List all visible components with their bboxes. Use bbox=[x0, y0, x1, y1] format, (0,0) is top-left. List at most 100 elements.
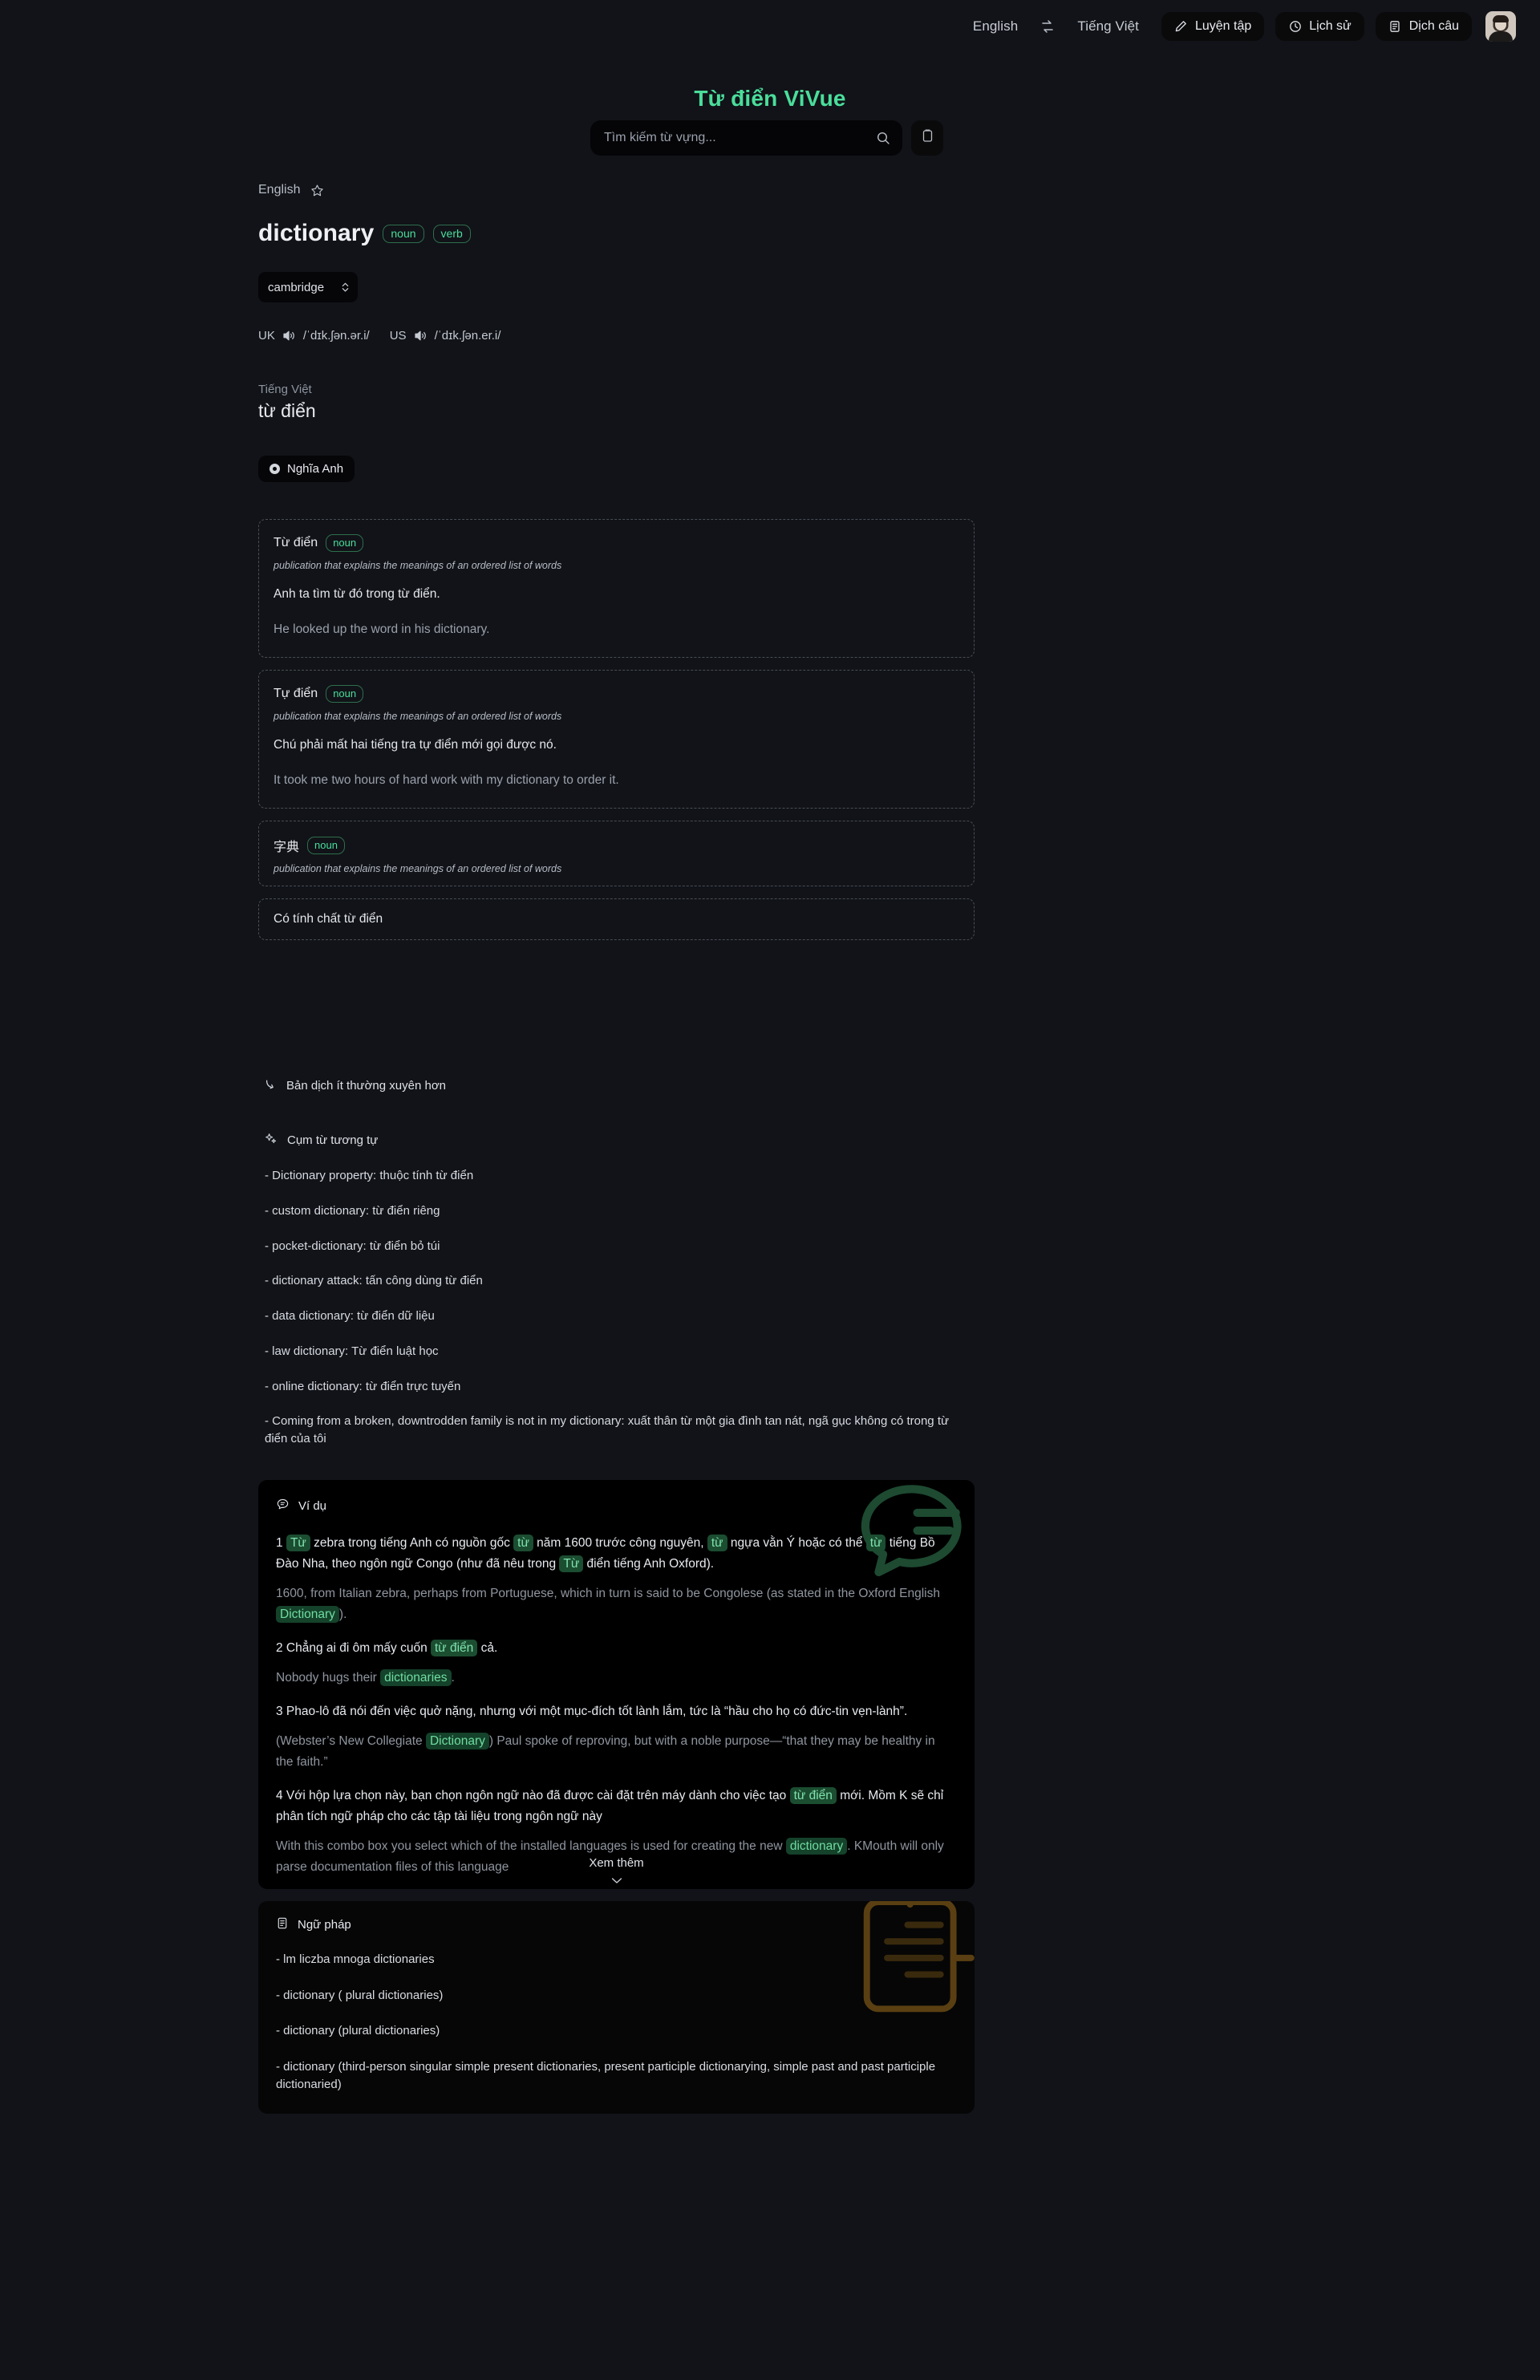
see-more-button[interactable]: Xem thêm bbox=[258, 1856, 975, 1883]
grammar-item: - lm liczba mnoga dictionaries bbox=[276, 1952, 435, 1966]
search-icon[interactable] bbox=[876, 131, 890, 145]
grammar-title: Ngữ pháp bbox=[298, 1918, 351, 1932]
definition-header: Từ điển noun bbox=[274, 534, 959, 552]
document-icon bbox=[1388, 20, 1402, 34]
pos-tag-noun[interactable]: noun bbox=[383, 224, 424, 243]
sparkle-icon bbox=[265, 1133, 277, 1148]
phrase-item: - Coming from a broken, downtrodden fami… bbox=[265, 1414, 950, 1445]
dictionary-source-select[interactable]: cambridge bbox=[258, 272, 358, 302]
search-input[interactable] bbox=[604, 131, 867, 145]
highlighted-term: từ bbox=[707, 1535, 727, 1551]
headword-row: dictionary noun verb bbox=[258, 220, 471, 247]
target-language-heading: Tiếng Việt bbox=[258, 383, 312, 396]
grammar-inner: Ngữ pháp - lm liczba mnoga dictionaries … bbox=[258, 1901, 975, 2094]
see-more-label: Xem thêm bbox=[589, 1856, 644, 1870]
source-language-label[interactable]: English bbox=[962, 18, 1029, 34]
entry-source-language: English bbox=[258, 183, 301, 197]
clock-icon bbox=[1288, 20, 1302, 34]
highlighted-term: Dictionary bbox=[425, 1733, 489, 1750]
history-button[interactable]: Lịch sử bbox=[1275, 12, 1364, 41]
target-word: từ điển bbox=[258, 400, 316, 421]
examples-card: Ví dụ 1 Từ zebra trong tiếng Anh có nguồ… bbox=[258, 1480, 975, 1889]
definition-term: Từ điển bbox=[274, 536, 318, 549]
definition-card: Từ điển noun publication that explains t… bbox=[258, 519, 975, 659]
practice-button-label: Luyện tập bbox=[1194, 19, 1252, 33]
uk-ipa: /ˈdɪk.ʃən.ər.i/ bbox=[302, 329, 370, 343]
search-box[interactable] bbox=[590, 120, 902, 156]
examples-header: Ví dụ bbox=[276, 1498, 955, 1514]
definition-header: 字典 noun bbox=[274, 836, 959, 855]
uk-label: UK bbox=[258, 329, 275, 343]
pronunciation-row: UK /ˈdɪk.ʃən.ər.i/ US /ˈdɪk.ʃən.er.i/ bbox=[258, 329, 500, 343]
highlighted-term: từ điển bbox=[431, 1640, 478, 1657]
extra-definition-text: Có tính chất từ điển bbox=[274, 912, 383, 926]
headword: dictionary bbox=[258, 220, 375, 246]
example-vi: 3 Phao-lô đã nói đến việc quở nặng, nhưn… bbox=[276, 1705, 908, 1719]
definition-example-en: It took me two hours of hard work with m… bbox=[274, 773, 619, 788]
phrase-item: - dictionary attack: tấn công dùng từ đi… bbox=[265, 1274, 483, 1288]
grammar-header: Ngữ pháp bbox=[276, 1916, 955, 1933]
highlighted-term: Từ bbox=[559, 1555, 584, 1573]
grammar-item: - dictionary ( plural dictionaries) bbox=[276, 1988, 444, 2002]
less-frequent-translations-toggle[interactable]: Bản dịch ít thường xuyên hơn bbox=[265, 1078, 446, 1093]
phrase-item: - custom dictionary: từ điển riêng bbox=[265, 1203, 440, 1218]
highlighted-term: từ bbox=[865, 1535, 886, 1551]
definitions-list: Từ điển noun publication that explains t… bbox=[258, 519, 975, 952]
definition-example-vi: Anh ta tìm từ đó trong từ điển. bbox=[274, 587, 440, 601]
avatar-body bbox=[1489, 31, 1513, 42]
dictionary-source-select-wrap: cambridge bbox=[258, 272, 358, 302]
clipboard-icon bbox=[921, 128, 934, 148]
definition-pos-tag: noun bbox=[307, 837, 345, 855]
definition-term: 字典 bbox=[274, 841, 300, 855]
example-vi: 1 Từ zebra trong tiếng Anh có nguồn gốc … bbox=[276, 1535, 935, 1573]
phrase-item: - pocket-dictionary: từ điển bỏ túi bbox=[265, 1239, 440, 1253]
definition-pos-tag: noun bbox=[326, 685, 364, 703]
pos-tag-verb[interactable]: verb bbox=[432, 224, 471, 243]
app-root: English Tiếng Việt Luyện tập Lịch sử Dịc… bbox=[0, 0, 1540, 2380]
search-row bbox=[590, 120, 943, 156]
clipboard-paste-button[interactable] bbox=[911, 120, 943, 156]
source-language-row: English bbox=[258, 183, 324, 197]
example-item: 1 Từ zebra trong tiếng Anh có nguồn gốc … bbox=[276, 1533, 955, 1625]
pencil-icon bbox=[1174, 20, 1188, 34]
history-button-label: Lịch sử bbox=[1309, 19, 1352, 33]
example-item: 3 Phao-lô đã nói đến việc quở nặng, nhưn… bbox=[276, 1701, 955, 1773]
avatar[interactable] bbox=[1485, 11, 1516, 42]
us-ipa: /ˈdɪk.ʃən.er.i/ bbox=[434, 329, 501, 343]
definition-example-vi: Chú phải mất hai tiếng tra tự điển mới g… bbox=[274, 738, 557, 752]
definition-gloss: publication that explains the meanings o… bbox=[274, 560, 562, 571]
highlighted-term: Dictionary bbox=[276, 1606, 339, 1624]
quote-bubble-icon bbox=[276, 1498, 290, 1514]
highlighted-term: từ điển bbox=[789, 1787, 837, 1805]
examples-inner: Ví dụ 1 Từ zebra trong tiếng Anh có nguồ… bbox=[258, 1480, 975, 1878]
less-frequent-label: Bản dịch ít thường xuyên hơn bbox=[286, 1079, 446, 1093]
grammar-item: - dictionary (plural dictionaries) bbox=[276, 2024, 440, 2037]
definition-gloss: publication that explains the meanings o… bbox=[274, 711, 562, 723]
translate-sentence-button[interactable]: Dịch câu bbox=[1375, 12, 1472, 41]
highlighted-term: dictionaries bbox=[380, 1669, 452, 1687]
phrase-item: - Dictionary property: thuộc tính từ điể… bbox=[265, 1169, 474, 1182]
definition-gloss: publication that explains the meanings o… bbox=[274, 863, 562, 875]
translate-sentence-button-label: Dịch câu bbox=[1408, 19, 1459, 33]
target-language-label[interactable]: Tiếng Việt bbox=[1066, 18, 1150, 34]
definition-card: Tự điển noun publication that explains t… bbox=[258, 670, 975, 809]
swap-arrows-icon[interactable] bbox=[1034, 13, 1061, 40]
phrases-section-header: Cụm từ tương tự bbox=[265, 1133, 378, 1148]
grammar-item: - dictionary (third-person singular simp… bbox=[276, 2059, 936, 2092]
extra-definition-card: Có tính chất từ điển bbox=[258, 898, 975, 941]
english-meaning-button[interactable]: Nghĩa Anh bbox=[258, 456, 355, 482]
definition-card: 字典 noun publication that explains the me… bbox=[258, 821, 975, 887]
definition-example-en: He looked up the word in his dictionary. bbox=[274, 622, 490, 637]
practice-button[interactable]: Luyện tập bbox=[1161, 12, 1265, 41]
highlighted-term: từ bbox=[513, 1535, 533, 1551]
avatar-hair bbox=[1493, 15, 1509, 22]
us-label: US bbox=[389, 329, 407, 343]
highlighted-term: dictionary bbox=[785, 1838, 848, 1855]
speaker-icon-uk[interactable] bbox=[282, 330, 296, 342]
star-outline-icon[interactable] bbox=[310, 184, 324, 197]
example-vi: 4 Với hộp lựa chọn này, bạn chọn ngôn ng… bbox=[276, 1787, 944, 1824]
definition-term: Tự điển bbox=[274, 687, 318, 701]
chevron-down-icon bbox=[611, 1874, 622, 1883]
speaker-icon-us[interactable] bbox=[414, 330, 428, 342]
phrase-item: - online dictionary: từ điển trực tuyến bbox=[265, 1379, 461, 1393]
